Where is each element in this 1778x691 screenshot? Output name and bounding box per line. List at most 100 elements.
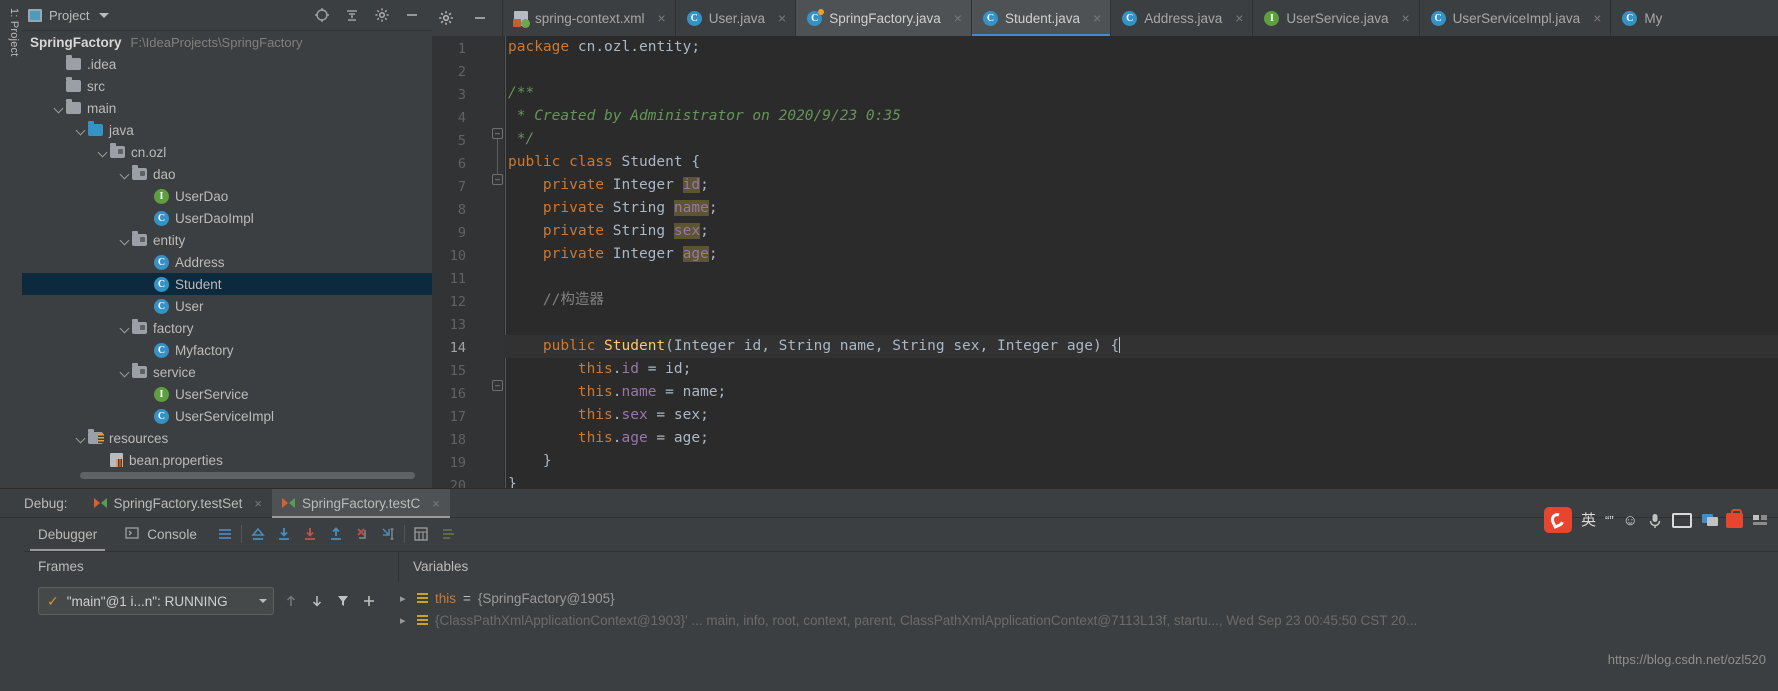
editor-tab-spring-context-xml[interactable]: spring-context.xml × (502, 0, 675, 36)
tree-item-student[interactable]: C Student (22, 273, 432, 295)
tree-item-user[interactable]: C User (22, 295, 432, 317)
code-line[interactable]: this.age = age; (504, 427, 1778, 450)
close-icon[interactable]: × (254, 496, 262, 511)
tree-item-userdaoimpl[interactable]: C UserDaoImpl (22, 207, 432, 229)
project-tree-horizontal-scrollbar[interactable] (80, 472, 415, 479)
chevron-down-icon[interactable] (259, 599, 267, 603)
code-line[interactable]: private Integer id; (504, 174, 1778, 197)
tree-item-userserviceimpl[interactable]: C UserServiceImpl (22, 405, 432, 427)
tool-tab-project[interactable]: 1: Project (2, 4, 20, 98)
ime-mode-label[interactable]: 英 (1581, 513, 1596, 528)
tab-console[interactable]: Console (111, 518, 211, 551)
chevron-down-icon[interactable] (118, 167, 132, 181)
down-icon[interactable] (310, 593, 326, 609)
chevron-down-icon[interactable] (74, 431, 88, 445)
close-icon[interactable]: × (432, 496, 440, 511)
project-tree[interactable]: SpringFactory F:\IdeaProjects\SpringFact… (22, 31, 432, 488)
code-line[interactable] (504, 266, 1778, 289)
close-icon[interactable]: × (954, 11, 962, 25)
step-over-icon[interactable] (276, 526, 292, 542)
editor-tab-springfactory-java[interactable]: C SpringFactory.java × (795, 0, 971, 36)
code-line[interactable]: this.name = name; (504, 381, 1778, 404)
tree-item-myfactory[interactable]: C Myfactory (22, 339, 432, 361)
keyboard-icon[interactable] (1672, 512, 1692, 528)
hide-panel-icon[interactable] (404, 7, 420, 23)
more-icon[interactable] (1752, 512, 1768, 528)
close-icon[interactable]: × (778, 11, 786, 25)
chevron-down-icon[interactable] (52, 101, 66, 115)
code-line[interactable]: private String sex; (504, 220, 1778, 243)
evaluate-expression-icon[interactable] (413, 526, 429, 542)
tree-item-dao[interactable]: dao (22, 163, 432, 185)
toolbox-icon[interactable] (1726, 508, 1743, 528)
code-line[interactable]: private Integer age; (504, 243, 1778, 266)
tree-item-bean-properties[interactable]: bean.properties (22, 449, 432, 471)
code-line[interactable]: this.id = id; (504, 358, 1778, 381)
gear-icon[interactable] (438, 10, 454, 26)
chevron-down-icon[interactable] (118, 233, 132, 247)
fold-marker-constructor[interactable]: – (492, 380, 503, 391)
step-into-icon[interactable] (302, 526, 318, 542)
filter-icon[interactable] (336, 593, 352, 609)
chevron-down-icon[interactable] (96, 145, 110, 159)
chevron-down-icon[interactable] (118, 365, 132, 379)
code-line[interactable]: * Created by Administrator on 2020/9/23 … (504, 105, 1778, 128)
close-icon[interactable]: × (1401, 11, 1409, 25)
up-icon[interactable] (284, 593, 300, 609)
restore-layout-icon[interactable] (217, 526, 233, 542)
tree-item-java[interactable]: java (22, 119, 432, 141)
code-editor[interactable]: 1 2 3 4 5 6 7 8 9 10 11 12 13 14 15 16 17 18 19 20 – – – pa… (432, 36, 1778, 494)
settings-icon[interactable] (441, 526, 457, 542)
project-view-selector[interactable]: Project (28, 8, 110, 23)
mic-icon[interactable] (1647, 512, 1663, 528)
chevron-right-icon[interactable]: ▸ (400, 614, 410, 627)
code-line[interactable] (504, 59, 1778, 82)
variable-row[interactable]: ▸ this = {SpringFactory@1905} (400, 587, 1778, 609)
locate-icon[interactable] (314, 7, 330, 23)
editor-tab-address-java[interactable]: C Address.java × (1110, 0, 1252, 36)
thread-selector[interactable]: ✓ "main"@1 i...n": RUNNING (38, 587, 274, 615)
tree-item-cn-ozl[interactable]: cn.ozl (22, 141, 432, 163)
hide-panel-icon[interactable] (472, 10, 488, 26)
collapse-all-icon[interactable] (344, 7, 360, 23)
code-line[interactable] (504, 312, 1778, 335)
tree-item-resources[interactable]: resources (22, 427, 432, 449)
add-icon[interactable] (362, 593, 378, 609)
code-line[interactable]: public Student(Integer id, String name, … (504, 335, 1778, 358)
close-icon[interactable]: × (1593, 11, 1601, 25)
editor-tab-my[interactable]: C My (1610, 0, 1671, 36)
chevron-right-icon[interactable]: ▸ (400, 592, 410, 605)
code-line[interactable]: package cn.ozl.entity; (504, 36, 1778, 59)
editor-tab-user-java[interactable]: C User.java × (674, 0, 795, 36)
sogou-ime-bar[interactable]: 英 “” ☺ (1543, 505, 1768, 535)
chevron-down-icon[interactable] (74, 123, 88, 137)
tree-item-factory[interactable]: factory (22, 317, 432, 339)
code-line[interactable]: */ (504, 128, 1778, 151)
sogou-logo-icon[interactable] (1543, 507, 1572, 533)
code-line[interactable]: public class Student { (504, 151, 1778, 174)
close-icon[interactable]: × (1093, 11, 1101, 25)
smiley-icon[interactable]: ☺ (1623, 513, 1638, 528)
tree-item-src[interactable]: src (22, 75, 432, 97)
editor-tab-userserviceimpl-java[interactable]: C UserServiceImpl.java × (1418, 0, 1611, 36)
code-line[interactable]: /** (504, 82, 1778, 105)
editor-gutter[interactable]: 1 2 3 4 5 6 7 8 9 10 11 12 13 14 15 16 17 18 19 20 – – – (432, 36, 504, 494)
tree-row-root[interactable]: SpringFactory F:\IdeaProjects\SpringFact… (22, 31, 432, 53)
variable-row[interactable]: ▸ {ClassPathXmlApplicationContext@1903}'… (400, 609, 1778, 631)
drop-frame-icon[interactable] (354, 526, 370, 542)
editor-code-area[interactable]: package cn.ozl.entity; /** * Created by A… (504, 36, 1778, 488)
tree-item-userservice[interactable]: I UserService (22, 383, 432, 405)
code-line[interactable]: this.sex = sex; (504, 404, 1778, 427)
chevron-down-icon[interactable] (118, 321, 132, 335)
variables-panel[interactable]: ▸ this = {SpringFactory@1905} ▸ {ClassPa… (400, 581, 1778, 633)
step-out-icon[interactable] (328, 526, 344, 542)
show-execution-point-icon[interactable] (250, 526, 266, 542)
run-to-cursor-icon[interactable] (380, 526, 396, 542)
fold-marker-comment-end[interactable]: – (492, 174, 503, 185)
code-line[interactable]: } (504, 450, 1778, 473)
close-icon[interactable]: × (1235, 11, 1243, 25)
editor-tab-userservice-java[interactable]: I UserService.java × (1252, 0, 1418, 36)
tab-debugger[interactable]: Debugger (24, 518, 111, 551)
fold-marker-comment-start[interactable]: – (492, 128, 503, 139)
tree-item-entity[interactable]: entity (22, 229, 432, 251)
